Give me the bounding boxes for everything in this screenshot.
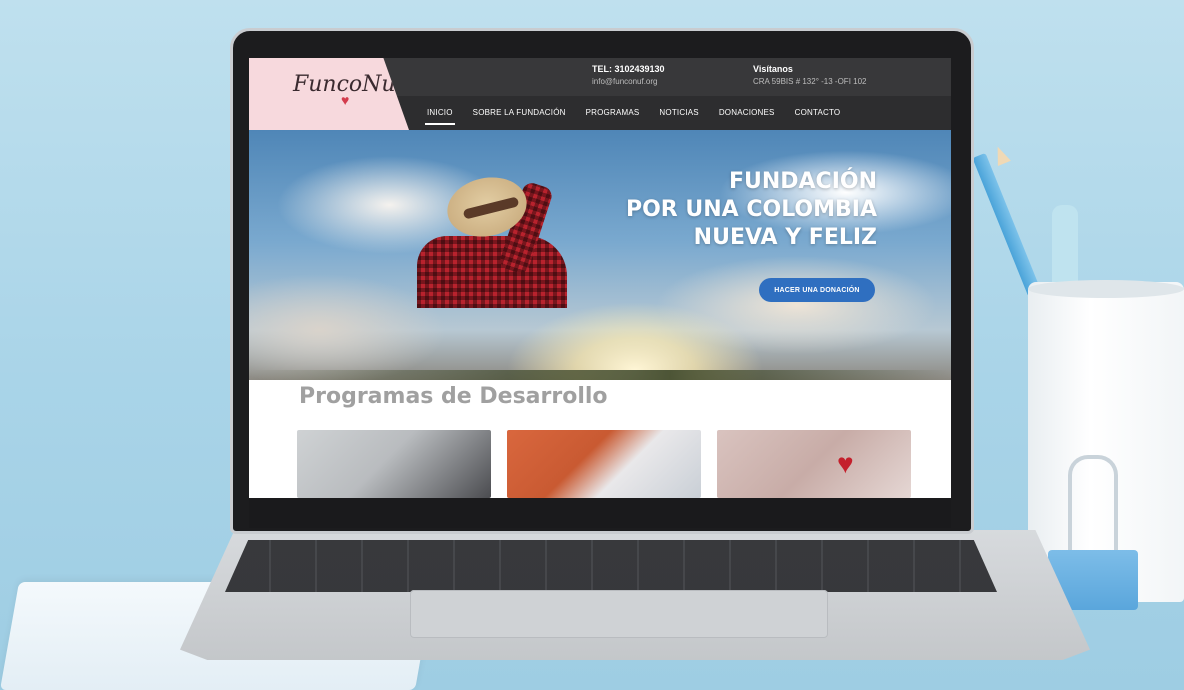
- programs-section-title: Programas de Desarrollo: [299, 384, 608, 409]
- hero-person-shirt: [417, 236, 567, 308]
- logo-block[interactable]: FuncoNuF ♥: [249, 58, 409, 130]
- visit-label: Visítanos: [753, 64, 793, 74]
- donate-button[interactable]: HACER UNA DONACIÓN: [759, 278, 875, 302]
- main-nav: INICIO SOBRE LA FUNDACIÓN PROGRAMAS NOTI…: [417, 100, 850, 125]
- hero-title-line-2: POR UNA COLOMBIA: [625, 197, 877, 222]
- nav-item-inicio[interactable]: INICIO: [417, 100, 463, 125]
- site-header: FuncoNuF ♥ TEL: 3102439130 info@funconuf…: [249, 58, 951, 130]
- nav-item-noticias[interactable]: NOTICIAS: [649, 100, 708, 125]
- visit-block: Visítanos CRA 59BIS # 132° -13 -OFI 102: [753, 64, 866, 86]
- screen-bezel-bottom: [249, 498, 951, 528]
- heart-icon: ♥: [341, 92, 350, 108]
- binder-clip-wire: [1068, 455, 1118, 555]
- visit-address: CRA 59BIS # 132° -13 -OFI 102: [753, 77, 867, 86]
- hero-title: FUNDACIÓN POR UNA COLOMBIA NUEVA Y FELIZ: [626, 168, 877, 252]
- pencil: [972, 152, 1042, 298]
- hero-banner: FUNDACIÓN POR UNA COLOMBIA NUEVA Y FELIZ…: [249, 130, 951, 380]
- laptop-screen: FuncoNuF ♥ TEL: 3102439130 info@funconuf…: [249, 58, 951, 498]
- program-cards: ♥: [297, 430, 911, 498]
- program-card-1[interactable]: [297, 430, 491, 498]
- email-link[interactable]: info@funconuf.org: [592, 77, 665, 86]
- hero-horizon: [249, 370, 951, 380]
- hero-title-line-3: NUEVA Y FELIZ: [693, 225, 877, 250]
- phone-label: TEL: 3102439130: [592, 64, 665, 74]
- nav-item-programas[interactable]: PROGRAMAS: [576, 100, 650, 125]
- keyboard: [225, 540, 997, 592]
- trackpad: [410, 590, 828, 638]
- hero-title-line-1: FUNDACIÓN: [728, 169, 877, 194]
- nav-item-donaciones[interactable]: DONACIONES: [709, 100, 785, 125]
- heart-icon: ♥: [837, 448, 854, 479]
- pencil-tip: [991, 144, 1011, 166]
- nav-item-sobre-la-fundacion[interactable]: SOBRE LA FUNDACIÓN: [463, 100, 576, 125]
- nav-item-contacto[interactable]: CONTACTO: [785, 100, 851, 125]
- pen-cup-rim: [1028, 280, 1184, 298]
- program-card-2[interactable]: [507, 430, 701, 498]
- contact-phone-block: TEL: 3102439130 info@funconuf.org: [592, 64, 665, 86]
- program-card-3[interactable]: ♥: [717, 430, 911, 498]
